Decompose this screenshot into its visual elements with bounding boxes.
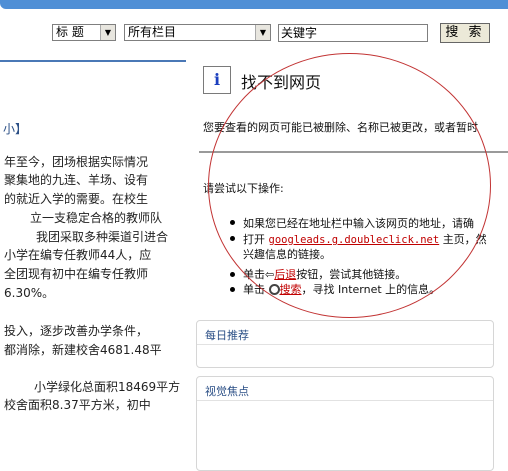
bullet-4-suffix: ，寻找 Internet 上的信息。 xyxy=(301,283,441,296)
article-line: 立一支稳定合格的教师队 xyxy=(30,211,163,225)
bullet-2-suffix: 主页，然 xyxy=(442,233,487,246)
back-link[interactable]: 后退 xyxy=(274,268,296,281)
column-select[interactable]: 所有栏目 ▼ xyxy=(124,24,271,41)
article-line: 小学在编专任教师44人，应 xyxy=(4,248,152,262)
field-select[interactable]: 标 题 ▼ xyxy=(52,24,116,41)
error-title: 找不到网页 xyxy=(241,73,322,92)
search-link[interactable]: 搜索 xyxy=(280,283,302,296)
bullet-icon xyxy=(230,220,235,225)
chevron-down-icon[interactable]: ▼ xyxy=(100,25,115,40)
column-select-value: 所有栏目 xyxy=(128,25,177,39)
chevron-down-icon[interactable]: ▼ xyxy=(255,25,270,40)
article-line: 年至今，团场根据实际情况 xyxy=(4,155,149,169)
article-line: 的就近入学的需要。在校生 xyxy=(4,192,149,206)
bullet-4: 单击 搜索，寻找 Internet 上的信息。 xyxy=(243,281,440,297)
article-line: 聚集地的九连、羊场、设有 xyxy=(4,173,149,187)
article-line: 校舍面积8.37平方米，初中 xyxy=(4,398,151,412)
homepage-link[interactable]: googleads.g.doubleclick.net xyxy=(269,234,440,246)
panel-heading: 每日推荐 xyxy=(205,329,249,342)
bullet-3-suffix: 按钮，尝试其他链接。 xyxy=(296,268,407,281)
panel-divider xyxy=(197,344,493,345)
bullet-3: 单击⇦后退按钮，尝试其他链接。 xyxy=(243,266,406,282)
article-line: 全团现有初中在编专任教师 xyxy=(4,267,149,281)
search-button[interactable]: 搜 索 xyxy=(440,23,490,43)
magnifier-icon xyxy=(268,284,280,295)
panel-divider xyxy=(197,400,493,401)
back-arrow-icon: ⇦ xyxy=(265,268,275,281)
error-message: 您要查看的网页可能已被删除、名称已被更改，或者暂时 xyxy=(203,121,478,134)
font-size-link[interactable]: 小】 xyxy=(3,120,27,137)
bullet-1-text: 如果您已经在地址栏中输入该网页的地址，请确 xyxy=(243,217,474,230)
bullet-2-line2: 兴趣信息的链接。 xyxy=(243,248,331,261)
panel-heading: 视觉焦点 xyxy=(205,385,249,398)
article-line: 都消除，新建校舍4681.48平 xyxy=(4,343,162,357)
top-accent-bar xyxy=(0,0,508,9)
visual-focus-panel: 视觉焦点 xyxy=(196,376,494,471)
divider xyxy=(199,151,508,153)
article-line: 小学绿化总面积18469平方 xyxy=(34,380,181,394)
bullet-2: 打开 googleads.g.doubleclick.net 主页，然 xyxy=(243,231,487,247)
bullet-3-prefix: 单击 xyxy=(243,268,265,281)
bullet-4-prefix: 单击 xyxy=(243,283,265,296)
keyword-input[interactable]: 关键字 xyxy=(278,24,428,42)
pane-divider xyxy=(0,60,186,62)
article-line: 投入，逐步改善办学条件， xyxy=(4,324,149,338)
bullet-2-prefix: 打开 xyxy=(243,233,265,246)
bullet-icon xyxy=(230,236,235,241)
bullet-icon xyxy=(230,272,235,277)
article-line: 我团采取多种渠道引进合 xyxy=(36,230,169,244)
info-icon: i xyxy=(203,66,231,94)
bullet-icon xyxy=(230,287,235,292)
daily-recommend-panel: 每日推荐 xyxy=(196,320,494,368)
field-select-value: 标 题 xyxy=(56,25,84,39)
try-heading: 请尝试以下操作: xyxy=(203,182,284,195)
article-line: 6.30%。 xyxy=(4,286,55,300)
